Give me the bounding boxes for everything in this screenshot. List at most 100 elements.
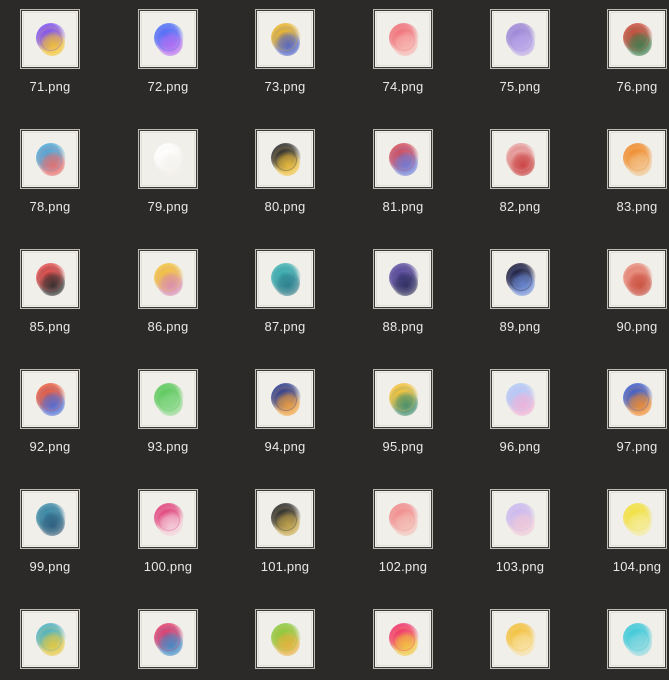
image-thumbnail-icon — [490, 129, 550, 189]
thumbnail-artwork — [39, 390, 65, 416]
image-thumbnail-icon — [490, 489, 550, 549]
thumbnail-artwork — [623, 503, 653, 533]
thumbnail-artwork — [506, 383, 536, 413]
file-item[interactable]: 108.png — [353, 600, 453, 680]
image-thumbnail-icon — [373, 489, 433, 549]
image-thumbnail-icon — [20, 369, 80, 429]
image-thumbnail-icon — [255, 9, 315, 69]
image-thumbnail-icon — [20, 9, 80, 69]
file-item[interactable]: 90.png — [587, 240, 669, 350]
thumbnail-artwork — [274, 150, 300, 176]
thumbnail-artwork — [36, 623, 66, 653]
file-item[interactable]: 110.png — [587, 600, 669, 680]
file-name-label: 93.png — [147, 439, 189, 454]
thumbnail-artwork — [39, 30, 65, 56]
thumbnail-artwork — [389, 623, 419, 653]
thumbnail-artwork — [157, 630, 183, 656]
file-item[interactable]: 102.png — [353, 480, 453, 590]
file-item[interactable]: 96.png — [470, 360, 570, 470]
file-item[interactable]: 81.png — [353, 120, 453, 230]
thumbnail-artwork — [511, 30, 531, 50]
file-item[interactable]: 82.png — [470, 120, 570, 230]
file-item[interactable]: 97.png — [587, 360, 669, 470]
thumbnail-artwork — [392, 30, 418, 56]
file-name-label: 94.png — [264, 439, 306, 454]
file-item[interactable]: 104.png — [587, 480, 669, 590]
thumbnail-artwork — [628, 510, 648, 530]
file-name-label: 100.png — [143, 559, 193, 574]
thumbnail-artwork — [509, 510, 535, 536]
thumbnail-artwork — [154, 503, 184, 533]
file-name-label: 103.png — [495, 559, 545, 574]
image-thumbnail-icon — [138, 369, 198, 429]
thumbnail-artwork — [511, 150, 531, 170]
file-item[interactable]: 79.png — [118, 120, 218, 230]
file-name-label: 99.png — [29, 559, 71, 574]
thumbnail-artwork — [389, 263, 419, 293]
file-item[interactable]: 101.png — [235, 480, 335, 590]
image-thumbnail-icon — [20, 249, 80, 309]
file-name-label: 82.png — [499, 199, 541, 214]
thumbnail-artwork — [271, 623, 301, 653]
thumbnail-artwork — [626, 630, 652, 656]
file-name-label: 81.png — [382, 199, 424, 214]
thumbnail-artwork — [36, 263, 66, 293]
thumbnail-artwork — [392, 390, 418, 416]
file-item[interactable]: 88.png — [353, 240, 453, 350]
file-name-label: 71.png — [29, 79, 71, 94]
file-item[interactable]: 72.png — [118, 0, 218, 110]
file-item[interactable]: 109.png — [470, 600, 570, 680]
image-thumbnail-icon — [373, 369, 433, 429]
thumbnail-artwork — [154, 383, 184, 413]
file-item[interactable]: 93.png — [118, 360, 218, 470]
file-item[interactable]: 80.png — [235, 120, 335, 230]
file-name-label: 88.png — [382, 319, 424, 334]
file-item[interactable]: 78.png — [0, 120, 100, 230]
file-item[interactable]: 75.png — [470, 0, 570, 110]
file-item[interactable]: 83.png — [587, 120, 669, 230]
file-item[interactable]: 86.png — [118, 240, 218, 350]
image-thumbnail-icon — [373, 9, 433, 69]
file-item[interactable]: 74.png — [353, 0, 453, 110]
image-thumbnail-icon — [373, 129, 433, 189]
image-thumbnail-icon — [255, 369, 315, 429]
thumbnail-artwork — [628, 270, 648, 290]
image-thumbnail-icon — [607, 9, 667, 69]
file-item[interactable]: 94.png — [235, 360, 335, 470]
thumbnail-artwork — [159, 270, 179, 290]
thumbnail-artwork — [392, 150, 418, 176]
thumbnail-artwork — [41, 630, 61, 650]
file-name-label: 101.png — [260, 559, 310, 574]
thumbnail-artwork — [157, 150, 183, 176]
thumbnail-artwork — [41, 390, 61, 410]
thumbnail-artwork — [626, 30, 652, 56]
file-item[interactable]: 99.png — [0, 480, 100, 590]
image-thumbnail-icon — [607, 369, 667, 429]
file-item[interactable]: 95.png — [353, 360, 453, 470]
file-item[interactable]: 73.png — [235, 0, 335, 110]
thumbnail-artwork — [41, 150, 61, 170]
thumbnail-artwork — [154, 623, 184, 653]
file-item[interactable]: 71.png — [0, 0, 100, 110]
thumbnail-artwork — [623, 623, 653, 653]
thumbnail-artwork — [276, 390, 296, 410]
file-item[interactable]: 105.png — [0, 600, 100, 680]
thumbnail-artwork — [506, 143, 536, 173]
thumbnail-artwork — [392, 630, 418, 656]
file-item[interactable]: 100.png — [118, 480, 218, 590]
file-item[interactable]: 76.png — [587, 0, 669, 110]
file-item[interactable]: 87.png — [235, 240, 335, 350]
file-item[interactable]: 85.png — [0, 240, 100, 350]
file-item[interactable]: 89.png — [470, 240, 570, 350]
image-thumbnail-icon — [138, 129, 198, 189]
thumbnail-artwork — [271, 23, 301, 53]
file-item[interactable]: 106.png — [118, 600, 218, 680]
thumbnail-artwork — [159, 30, 179, 50]
file-item[interactable]: 92.png — [0, 360, 100, 470]
thumbnail-artwork — [157, 270, 183, 296]
file-name-label: 76.png — [616, 79, 658, 94]
thumbnail-artwork — [276, 150, 296, 170]
image-thumbnail-icon — [255, 489, 315, 549]
file-item[interactable]: 107.png — [235, 600, 335, 680]
file-item[interactable]: 103.png — [470, 480, 570, 590]
